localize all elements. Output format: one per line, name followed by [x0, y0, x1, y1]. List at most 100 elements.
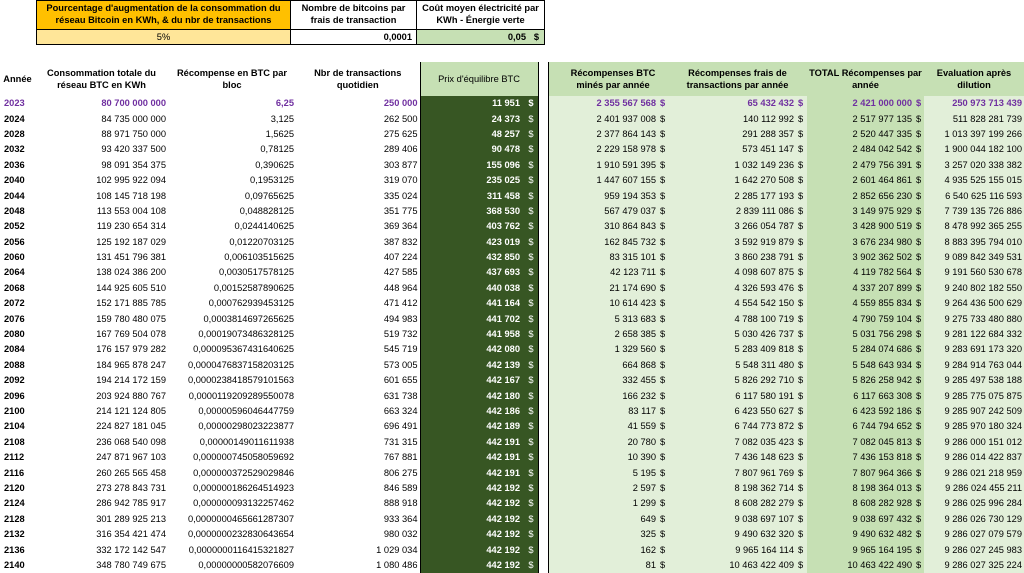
cell-currency[interactable]: $ — [522, 419, 539, 435]
cell-currency[interactable]: $ — [658, 188, 668, 204]
cell-currency[interactable]: $ — [522, 542, 539, 558]
cell-evaluation[interactable]: 1 900 044 182 100 — [924, 142, 1024, 158]
cell-frais[interactable]: 8 608 282 279 — [668, 496, 796, 512]
cell-annee[interactable]: 2076 — [0, 311, 35, 326]
cell-frais[interactable]: 4 326 593 476 — [668, 280, 796, 297]
column-separator[interactable] — [537, 265, 549, 281]
cell-annee[interactable]: 2132 — [0, 527, 35, 542]
column-separator[interactable] — [537, 465, 549, 481]
cell-btc-mines[interactable]: 20 780 — [558, 434, 658, 450]
growth-value[interactable]: 5% — [36, 30, 291, 45]
cell-prix-equilibre[interactable]: 442 192 — [419, 511, 522, 527]
cell-total[interactable]: 9 038 697 432 — [807, 511, 914, 527]
cell-evaluation[interactable]: 6 540 625 116 593 — [924, 188, 1024, 204]
cell-currency[interactable]: $ — [658, 311, 668, 327]
cell-currency[interactable]: $ — [522, 142, 539, 158]
cell-currency[interactable]: $ — [914, 526, 924, 543]
cell-spacer[interactable] — [548, 296, 558, 312]
cell-recompense-bloc[interactable]: 0,000000372529029846 — [168, 465, 296, 480]
cell-btc-mines[interactable]: 162 845 732 — [558, 234, 658, 250]
cell-total[interactable]: 4 559 855 834 — [807, 296, 914, 312]
cell-currency[interactable]: $ — [914, 342, 924, 358]
cell-currency[interactable]: $ — [914, 480, 924, 497]
cell-currency[interactable]: $ — [658, 126, 668, 143]
cell-currency[interactable]: $ — [522, 219, 539, 235]
cell-evaluation[interactable]: 9 286 025 996 284 — [924, 496, 1024, 512]
cell-evaluation[interactable]: 3 257 020 338 382 — [924, 157, 1024, 173]
cell-frais[interactable]: 4 554 542 150 — [668, 296, 796, 312]
cell-total[interactable]: 7 807 964 366 — [807, 465, 914, 481]
cell-evaluation[interactable]: 8 478 992 365 255 — [924, 219, 1024, 235]
cell-frais[interactable]: 5 548 311 480 — [668, 357, 796, 374]
cell-prix-equilibre[interactable]: 432 850 — [419, 249, 522, 266]
cell-consommation[interactable]: 108 145 718 198 — [35, 188, 168, 203]
cell-consommation[interactable]: 247 871 967 103 — [35, 450, 168, 465]
cell-annee[interactable]: 2068 — [0, 281, 35, 296]
cell-btc-mines[interactable]: 567 479 037 — [558, 203, 658, 220]
cell-btc-mines[interactable]: 2 401 937 008 — [558, 111, 658, 127]
cell-transactions[interactable]: 980 032 — [296, 527, 420, 542]
cell-total[interactable]: 4 790 759 104 — [807, 311, 914, 327]
cell-prix-equilibre[interactable]: 423 019 — [419, 234, 522, 250]
cell-consommation[interactable]: 159 780 480 075 — [35, 311, 168, 326]
cell-recompense-bloc[interactable]: 1,5625 — [168, 127, 296, 142]
cell-currency[interactable]: $ — [796, 403, 807, 420]
cell-consommation[interactable]: 113 553 004 108 — [35, 204, 168, 219]
column-separator[interactable] — [537, 480, 549, 497]
cell-spacer[interactable] — [548, 234, 558, 250]
cell-currency[interactable]: $ — [914, 496, 924, 512]
cell-total[interactable]: 4 119 782 564 — [807, 265, 914, 281]
cell-btc-mines[interactable]: 41 559 — [558, 419, 658, 435]
cell-evaluation[interactable]: 9 089 842 349 531 — [924, 249, 1024, 266]
cell-frais[interactable]: 1 032 149 236 — [668, 157, 796, 173]
cell-recompense-bloc[interactable]: 0,0000000465661287307 — [168, 512, 296, 527]
cell-currency[interactable]: $ — [914, 357, 924, 374]
cell-prix-equilibre[interactable]: 441 958 — [419, 326, 522, 343]
cell-transactions[interactable]: 933 364 — [296, 512, 420, 527]
cell-frais[interactable]: 7 436 148 623 — [668, 449, 796, 466]
cell-annee[interactable]: 2100 — [0, 404, 35, 419]
cell-total[interactable]: 2 852 656 230 — [807, 188, 914, 204]
cell-btc-mines[interactable]: 83 315 101 — [558, 249, 658, 266]
column-separator[interactable] — [537, 219, 549, 235]
cell-currency[interactable]: $ — [914, 388, 924, 404]
cell-currency[interactable]: $ — [796, 342, 807, 358]
cell-spacer[interactable] — [548, 526, 558, 543]
cell-annee[interactable]: 2128 — [0, 512, 35, 527]
cell-spacer[interactable] — [548, 419, 558, 435]
cell-currency[interactable]: $ — [658, 280, 668, 297]
cell-currency[interactable]: $ — [658, 388, 668, 404]
cell-recompense-bloc[interactable]: 0,390625 — [168, 158, 296, 173]
cell-annee[interactable]: 2028 — [0, 127, 35, 142]
cell-currency[interactable]: $ — [914, 296, 924, 312]
cell-transactions[interactable]: 601 655 — [296, 373, 420, 388]
cell-frais[interactable]: 9 490 632 320 — [668, 526, 796, 543]
cell-evaluation[interactable]: 9 285 907 242 509 — [924, 403, 1024, 420]
column-separator[interactable] — [537, 111, 549, 127]
column-separator[interactable] — [537, 188, 549, 204]
cell-currency[interactable]: $ — [658, 419, 668, 435]
cell-consommation[interactable]: 203 924 880 767 — [35, 388, 168, 403]
cell-recompense-bloc[interactable]: 0,78125 — [168, 142, 296, 157]
cell-frais[interactable]: 4 788 100 719 — [668, 311, 796, 327]
column-separator[interactable] — [537, 342, 549, 358]
cell-prix-equilibre[interactable]: 442 167 — [419, 373, 522, 389]
cell-annee[interactable]: 2116 — [0, 465, 35, 480]
cell-recompense-bloc[interactable]: 0,048828125 — [168, 204, 296, 219]
cell-total[interactable]: 2 484 042 542 — [807, 142, 914, 158]
cell-annee[interactable]: 2032 — [0, 142, 35, 157]
cell-btc-mines[interactable]: 81 — [558, 557, 658, 573]
cell-currency[interactable]: $ — [914, 219, 924, 235]
cell-currency[interactable]: $ — [658, 172, 668, 189]
cell-evaluation[interactable]: 9 286 026 730 129 — [924, 511, 1024, 527]
cell-currency[interactable]: $ — [522, 126, 539, 143]
cell-spacer[interactable] — [548, 388, 558, 404]
cell-currency[interactable]: $ — [522, 203, 539, 220]
cell-annee[interactable]: 2064 — [0, 265, 35, 280]
column-separator[interactable] — [537, 419, 549, 435]
cell-evaluation[interactable]: 9 281 122 684 332 — [924, 326, 1024, 343]
cell-total[interactable]: 4 337 207 899 — [807, 280, 914, 297]
cell-annee[interactable]: 2072 — [0, 296, 35, 311]
cell-currency[interactable]: $ — [796, 373, 807, 389]
cell-consommation[interactable]: 102 995 922 094 — [35, 173, 168, 188]
